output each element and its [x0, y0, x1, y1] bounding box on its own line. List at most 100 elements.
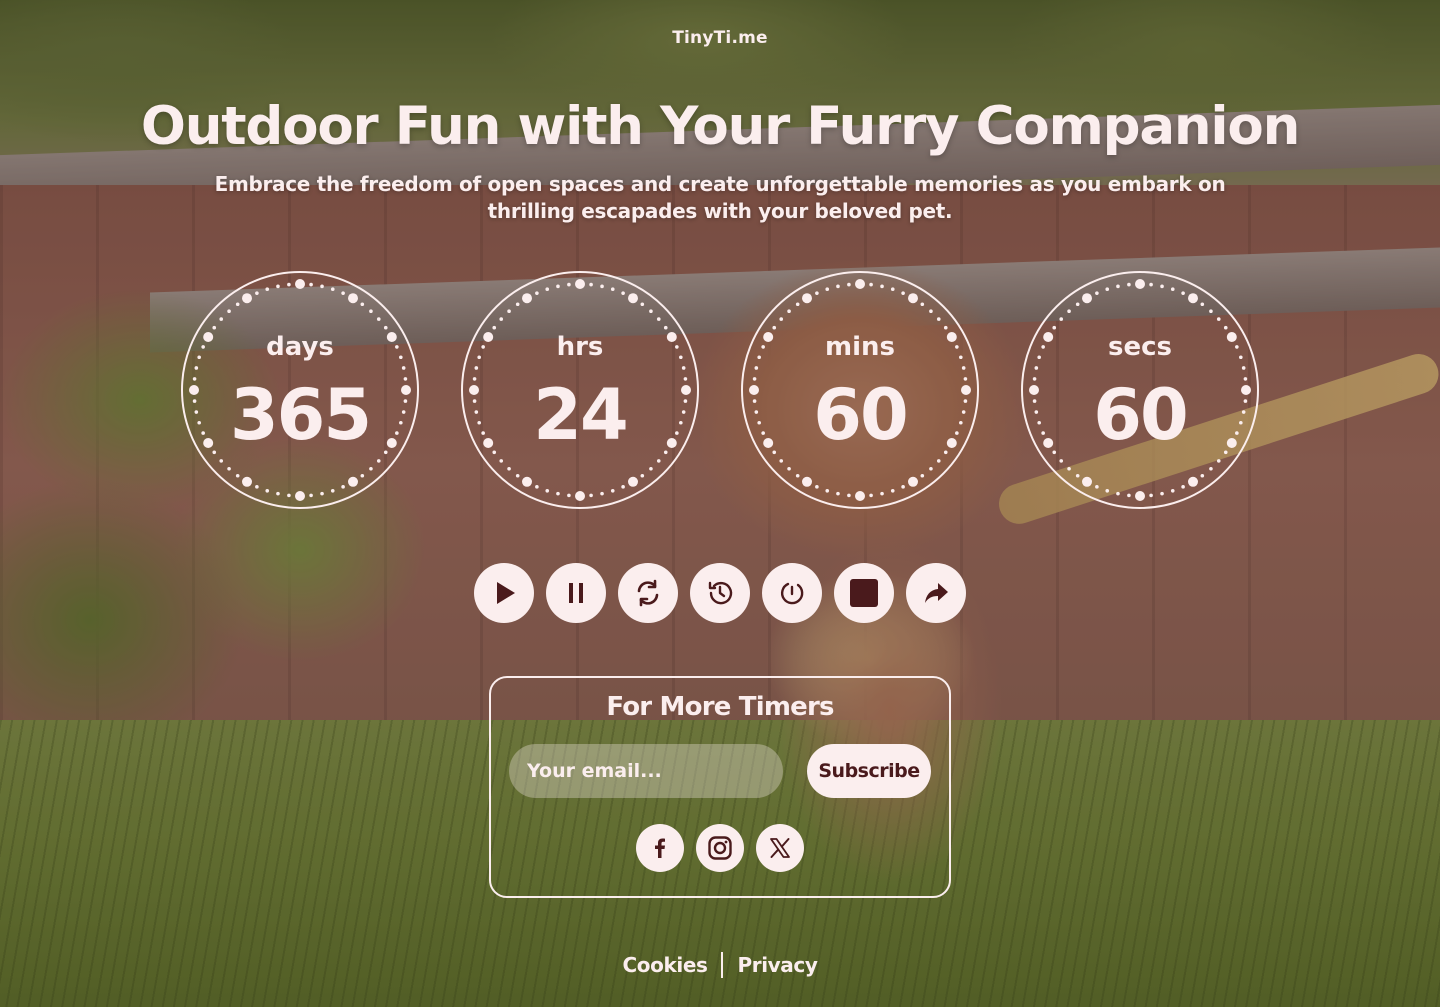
- dial-minute-dot: [556, 284, 560, 289]
- reset-icon: [780, 582, 804, 605]
- dial-minute-dot: [507, 309, 511, 314]
- email-input[interactable]: [509, 744, 783, 798]
- dial-minute-dot: [212, 325, 217, 330]
- dial-hour-dot: [242, 293, 252, 304]
- timer-days-value: 365: [229, 374, 372, 456]
- brand-logo[interactable]: TinyTi.me: [0, 28, 1440, 48]
- facebook-link[interactable]: [636, 824, 684, 872]
- dial-minute-dot: [376, 317, 381, 321]
- subscribe-title: For More Timers: [606, 692, 834, 722]
- dial-hour-dot: [855, 491, 865, 501]
- timer-hours-label: hrs: [556, 332, 604, 362]
- dial-minute-dot: [795, 473, 800, 478]
- restart-button[interactable]: [618, 563, 678, 623]
- history-button[interactable]: [690, 563, 750, 623]
- dial-minute-dot: [492, 325, 497, 330]
- dial-minute-dot: [320, 284, 324, 289]
- dial-minute-dot: [1075, 302, 1080, 307]
- dial-minute-dot: [341, 485, 345, 489]
- dial-minute-dot: [369, 309, 373, 314]
- dial-minute-dot: [600, 284, 604, 289]
- timer-days: days 365: [180, 270, 420, 510]
- dial-minute-dot: [341, 291, 345, 295]
- dial-minute-dot: [1127, 493, 1131, 498]
- dial-minute-dot: [890, 287, 895, 291]
- cookies-link[interactable]: Cookies: [623, 953, 708, 977]
- timer-seconds-value: 60: [1093, 374, 1188, 456]
- dial-minute-dot: [287, 493, 291, 498]
- dial-hour-dot: [1082, 476, 1092, 487]
- reset-button[interactable]: [762, 563, 822, 623]
- dial-minute-dot: [610, 287, 615, 291]
- share-button[interactable]: [906, 563, 966, 623]
- dial-minute-dot: [227, 466, 231, 471]
- dial-minute-dot: [649, 309, 653, 314]
- instagram-link[interactable]: [696, 824, 744, 872]
- dial-minute-dot: [890, 489, 895, 493]
- dial-minute-dot: [255, 485, 259, 489]
- dial-minute-dot: [1052, 325, 1057, 330]
- dial-minute-dot: [1209, 466, 1213, 471]
- privacy-link[interactable]: Privacy: [737, 953, 817, 977]
- dial-minute-dot: [287, 282, 291, 287]
- dial-minute-dot: [779, 317, 784, 321]
- timer-days-label: days: [266, 332, 334, 362]
- dial-minute-dot: [1095, 485, 1099, 489]
- dial-minute-dot: [929, 466, 933, 471]
- dial-minute-dot: [1216, 317, 1221, 321]
- subscribe-button[interactable]: Subscribe: [807, 744, 931, 798]
- dial-minute-dot: [1116, 284, 1120, 289]
- dial-minute-dot: [567, 282, 571, 287]
- dial-minute-dot: [1127, 282, 1131, 287]
- subscribe-card: For More Timers Subscribe: [489, 676, 951, 898]
- dial-minute-dot: [815, 485, 819, 489]
- dial-minute-dot: [1067, 466, 1071, 471]
- pause-icon: [569, 583, 583, 603]
- dial-minute-dot: [610, 489, 615, 493]
- dial-minute-dot: [901, 291, 905, 295]
- play-button[interactable]: [474, 563, 534, 623]
- dial-minute-dot: [309, 493, 313, 498]
- page-title: Outdoor Fun with Your Furry Companion: [140, 96, 1300, 157]
- x-link[interactable]: [756, 824, 804, 872]
- dial-hour-dot: [855, 279, 865, 289]
- dial-minute-dot: [515, 473, 520, 478]
- dial-hour-dot: [348, 476, 358, 487]
- timer-controls: [474, 563, 966, 623]
- dial-minute-dot: [847, 493, 851, 498]
- dial-minute-dot: [556, 491, 560, 496]
- timer-hours: hrs 24: [460, 270, 700, 510]
- dial-minute-dot: [649, 466, 653, 471]
- dial-hour-dot: [1135, 491, 1145, 501]
- dial-minute-dot: [621, 291, 625, 295]
- dial-hour-dot: [575, 279, 585, 289]
- dial-minute-dot: [567, 493, 571, 498]
- dial-minute-dot: [1149, 493, 1153, 498]
- history-icon: [708, 581, 733, 605]
- dial-hour-dot: [628, 293, 638, 304]
- dial-minute-dot: [640, 473, 645, 478]
- dial-minute-dot: [880, 491, 884, 496]
- stop-icon: [850, 579, 878, 607]
- dial-hour-dot: [1082, 293, 1092, 304]
- dial-minute-dot: [276, 491, 280, 496]
- dial-minute-dot: [1160, 491, 1164, 496]
- stop-button[interactable]: [834, 563, 894, 623]
- dial-minute-dot: [640, 302, 645, 307]
- dial-minute-dot: [815, 291, 819, 295]
- dial-minute-dot: [1067, 309, 1071, 314]
- dial-minute-dot: [795, 302, 800, 307]
- dial-minute-dot: [535, 485, 539, 489]
- dial-hour-dot: [348, 293, 358, 304]
- dial-minute-dot: [589, 493, 593, 498]
- dial-minute-dot: [589, 282, 593, 287]
- dial-minute-dot: [545, 287, 550, 291]
- dial-minute-dot: [1223, 325, 1228, 330]
- footer: Cookies Privacy: [0, 952, 1440, 978]
- dial-minute-dot: [1181, 291, 1185, 295]
- dial-hour-dot: [1188, 476, 1198, 487]
- pause-button[interactable]: [546, 563, 606, 623]
- dial-minute-dot: [515, 302, 520, 307]
- dial-hour-dot: [1188, 293, 1198, 304]
- dial-minute-dot: [1075, 473, 1080, 478]
